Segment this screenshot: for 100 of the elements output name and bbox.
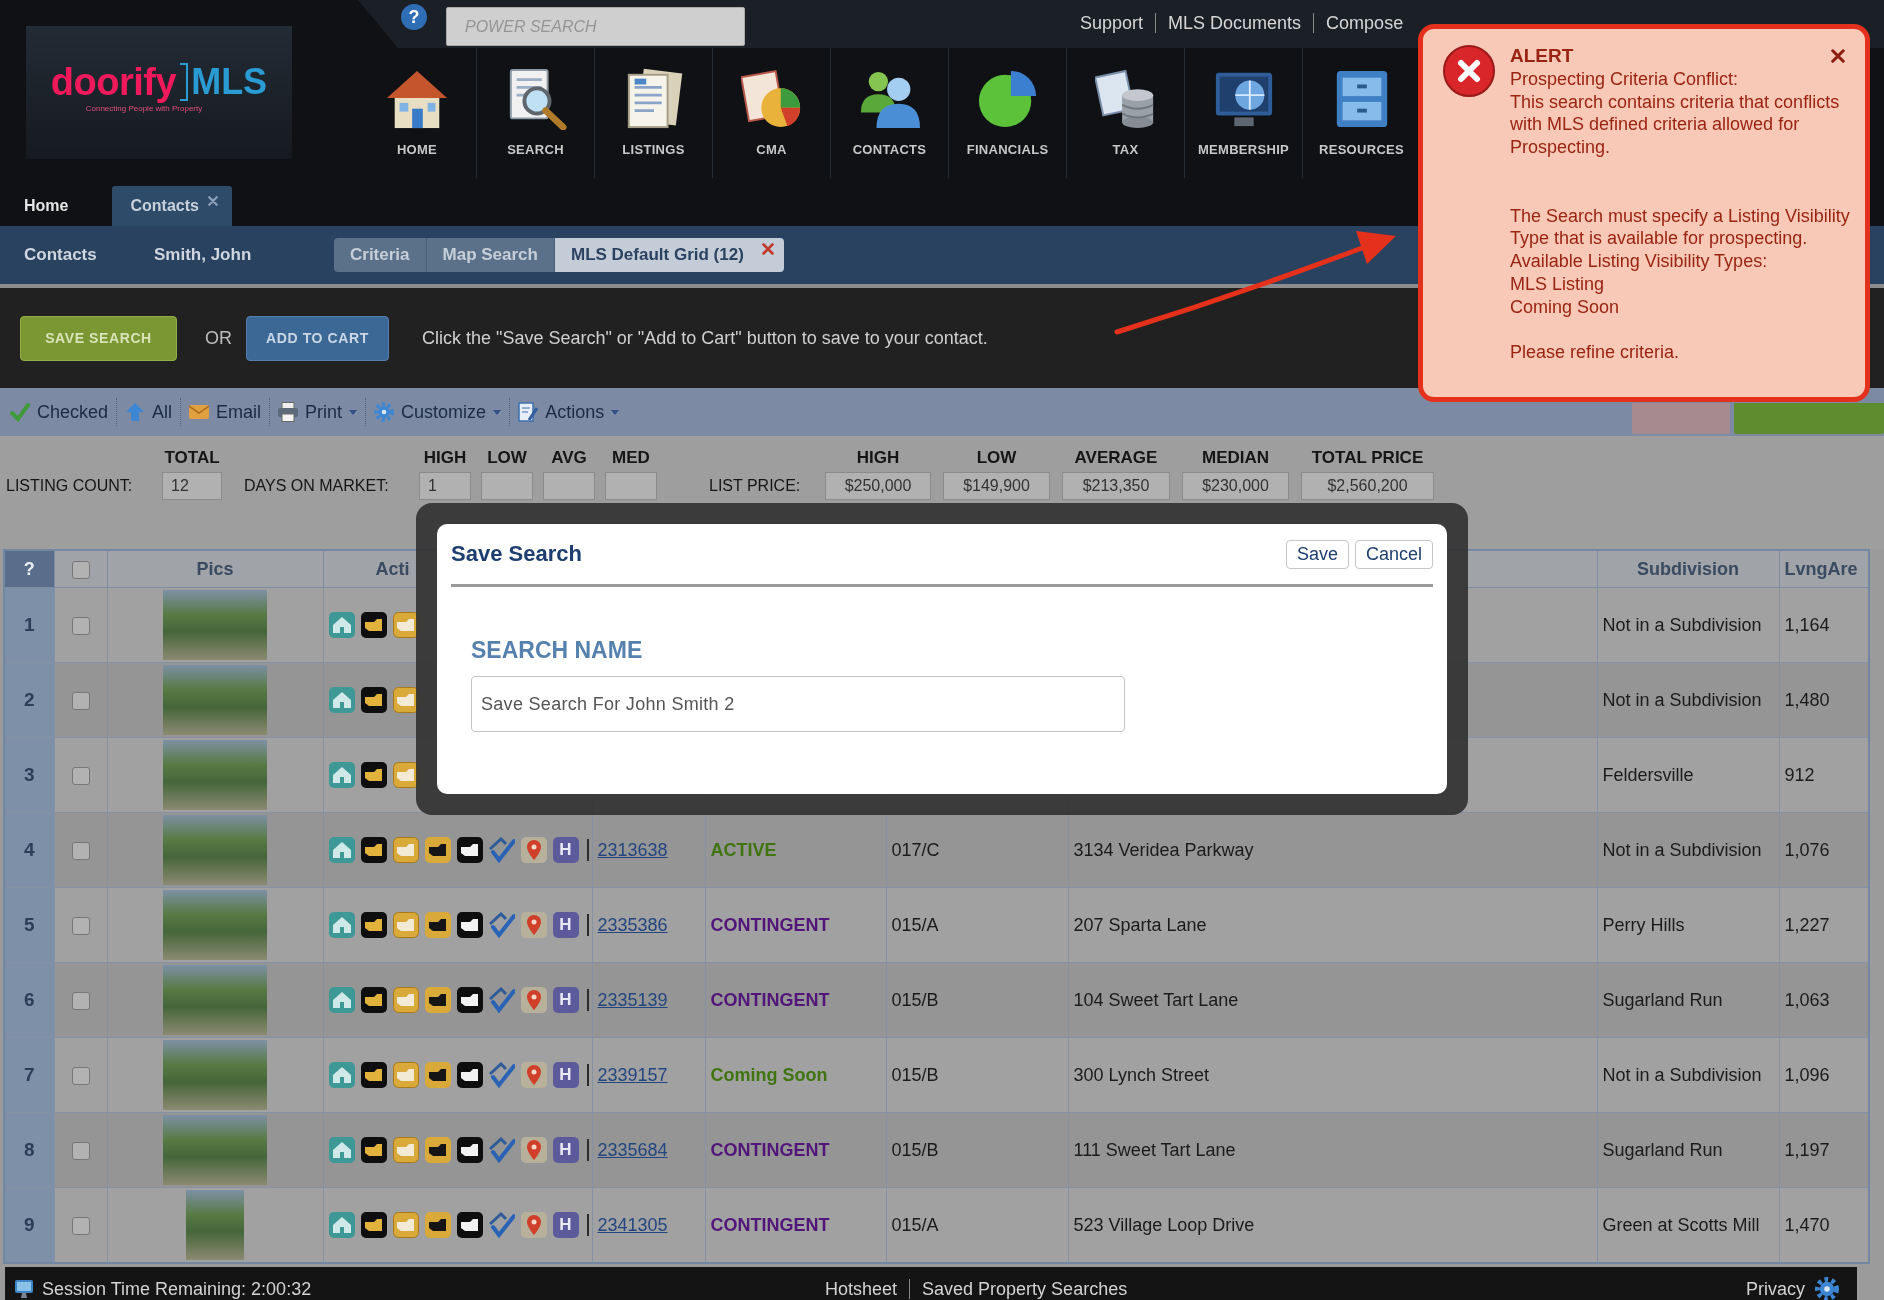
folder-icon[interactable] xyxy=(456,837,483,863)
letter-badge[interactable]: H xyxy=(552,987,579,1013)
map-pin-icon[interactable] xyxy=(520,1212,547,1238)
folder-icon[interactable] xyxy=(360,612,387,638)
letter-badge[interactable]: H xyxy=(552,912,579,938)
house-icon[interactable] xyxy=(328,987,355,1013)
toolbar-button[interactable]: All xyxy=(117,398,182,426)
header-link[interactable]: Compose xyxy=(1313,13,1416,33)
tab[interactable]: Map Search xyxy=(425,238,554,272)
row-checkbox[interactable] xyxy=(71,616,90,635)
dialog-button[interactable]: Cancel xyxy=(1354,539,1433,569)
folder-icon[interactable] xyxy=(456,1137,483,1163)
house-icon[interactable] xyxy=(328,612,355,638)
nav-button[interactable]: LISTINGS xyxy=(594,48,712,178)
folder-icon[interactable] xyxy=(456,1062,483,1088)
row-checkbox[interactable] xyxy=(71,691,90,710)
letter-badge[interactable]: H xyxy=(552,1137,579,1163)
map-pin-icon[interactable] xyxy=(520,837,547,863)
toolbar-button[interactable]: Checked xyxy=(2,398,118,426)
map-pin-icon[interactable] xyxy=(520,1137,547,1163)
folder-icon[interactable] xyxy=(424,1137,451,1163)
folder-icon[interactable] xyxy=(424,912,451,938)
row-checkbox[interactable] xyxy=(71,916,90,935)
folder-icon[interactable] xyxy=(360,987,387,1013)
check-icon[interactable] xyxy=(488,837,515,863)
folder-icon[interactable] xyxy=(456,912,483,938)
check-icon[interactable] xyxy=(488,1212,515,1238)
tab[interactable]: Home xyxy=(0,186,83,226)
folder-icon[interactable] xyxy=(456,987,483,1013)
listing-number-link[interactable]: 2339157 xyxy=(597,1064,668,1085)
listing-number-link[interactable]: 2313638 xyxy=(597,839,668,860)
row-checkbox[interactable] xyxy=(71,1141,90,1160)
listing-number-link[interactable]: 2341305 xyxy=(597,1214,668,1235)
add-to-cart-button[interactable]: ADD TO CART xyxy=(246,315,389,361)
check-icon[interactable] xyxy=(488,912,515,938)
close-button[interactable] xyxy=(1831,49,1845,64)
map-pin-icon[interactable] xyxy=(520,1062,547,1088)
folder-icon[interactable] xyxy=(360,1137,387,1163)
row-checkbox[interactable] xyxy=(71,1216,90,1235)
house-icon[interactable] xyxy=(328,1137,355,1163)
toolbar-button[interactable]: Customize xyxy=(366,398,511,426)
folder-icon[interactable] xyxy=(360,912,387,938)
house-icon[interactable] xyxy=(328,762,355,788)
gear-icon[interactable] xyxy=(1815,1277,1839,1300)
house-icon[interactable] xyxy=(328,1212,355,1238)
row-checkbox[interactable] xyxy=(71,841,90,860)
search-name-field[interactable]: Save Search For John Smith 2 xyxy=(471,676,1125,732)
folder-icon[interactable] xyxy=(392,762,419,788)
house-icon[interactable] xyxy=(328,1062,355,1088)
close-icon[interactable] xyxy=(761,243,774,255)
tab[interactable]: Criteria xyxy=(334,238,426,272)
nav-button[interactable]: CMA xyxy=(712,48,830,178)
nav-button[interactable]: CONTACTS xyxy=(830,48,948,178)
letter-badge[interactable]: H xyxy=(552,1212,579,1238)
folder-icon[interactable] xyxy=(392,612,419,638)
toolbar-button[interactable]: Email xyxy=(181,398,271,426)
listing-number-link[interactable]: 2335386 xyxy=(597,914,668,935)
row-checkbox[interactable] xyxy=(71,991,90,1010)
close-icon[interactable] xyxy=(207,196,218,206)
listing-number-link[interactable]: 2335139 xyxy=(597,989,668,1010)
folder-icon[interactable] xyxy=(424,1062,451,1088)
header-link[interactable]: MLS Documents xyxy=(1155,13,1314,33)
tab[interactable]: Contacts xyxy=(112,186,232,226)
letter-badge[interactable]: H xyxy=(552,837,579,863)
folder-icon[interactable] xyxy=(360,687,387,713)
house-icon[interactable] xyxy=(328,912,355,938)
footer-link[interactable]: Hotsheet xyxy=(825,1279,910,1299)
letter-badge[interactable]: H xyxy=(552,1062,579,1088)
search-field[interactable]: POWER SEARCH xyxy=(446,7,745,46)
dialog-button[interactable]: Save xyxy=(1285,539,1349,569)
folder-icon[interactable] xyxy=(456,1212,483,1238)
folder-icon[interactable] xyxy=(424,837,451,863)
check-icon[interactable] xyxy=(488,987,515,1013)
toolbar-button[interactable]: Print xyxy=(270,398,367,426)
map-pin-icon[interactable] xyxy=(520,912,547,938)
folder-icon[interactable] xyxy=(424,987,451,1013)
row-checkbox[interactable] xyxy=(71,1066,90,1085)
privacy-link[interactable]: Privacy xyxy=(1746,1278,1805,1300)
folder-icon[interactable] xyxy=(360,762,387,788)
check-icon[interactable] xyxy=(488,1137,515,1163)
nav-button[interactable]: MEMBERSHIP xyxy=(1184,48,1302,178)
folder-icon[interactable] xyxy=(360,1062,387,1088)
folder-icon[interactable] xyxy=(424,1212,451,1238)
folder-icon[interactable] xyxy=(360,837,387,863)
tab[interactable]: MLS Default Grid (12) xyxy=(553,238,784,272)
nav-button[interactable]: SEARCH xyxy=(476,48,594,178)
help-button[interactable]: ? xyxy=(401,4,427,30)
select-all-checkbox[interactable] xyxy=(71,560,90,579)
folder-icon[interactable] xyxy=(360,1212,387,1238)
nav-button[interactable]: TAX xyxy=(1066,48,1184,178)
header-link[interactable]: Support xyxy=(1080,13,1156,33)
nav-button[interactable]: HOME xyxy=(358,48,476,178)
check-icon[interactable] xyxy=(488,1062,515,1088)
row-checkbox[interactable] xyxy=(71,766,90,785)
nav-button[interactable]: FINANCIALS xyxy=(948,48,1066,178)
toolbar-button[interactable]: Actions xyxy=(510,398,628,426)
house-icon[interactable] xyxy=(328,687,355,713)
house-icon[interactable] xyxy=(328,837,355,863)
folder-icon[interactable] xyxy=(392,687,419,713)
listing-number-link[interactable]: 2335684 xyxy=(597,1139,668,1160)
